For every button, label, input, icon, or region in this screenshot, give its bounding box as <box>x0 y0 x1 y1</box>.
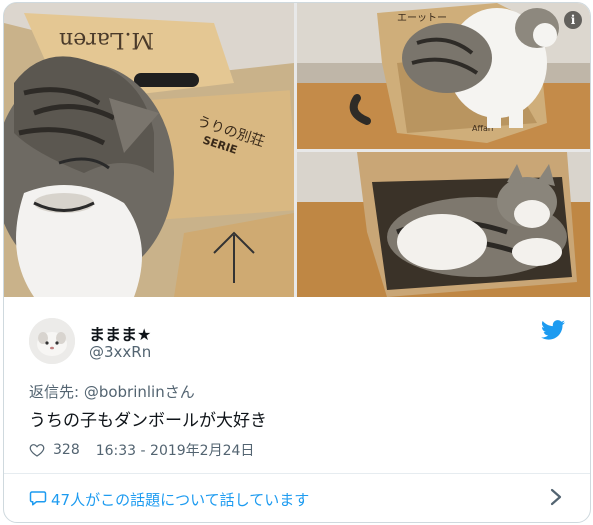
chevron-right-icon[interactable] <box>550 488 562 506</box>
photo-cat-standing-in-box[interactable]: エーットー Affari i <box>297 3 590 149</box>
conversation-text[interactable]: 47人がこの話題について話しています <box>51 489 309 510</box>
heart-icon[interactable] <box>29 442 45 458</box>
chat-bubble-icon <box>29 491 47 506</box>
photo-cat-in-box-closeup[interactable]: M.Laren うりの別荘 SERIE <box>4 3 294 297</box>
box-text-top: エーットー <box>397 13 447 24</box>
reply-to-prefix: 返信先: <box>29 383 84 401</box>
display-name[interactable]: ままま★ <box>89 321 151 345</box>
tweet-timestamp[interactable]: 16:33 - 2019年2月24日 <box>96 440 255 460</box>
user-handle[interactable]: @3xxRn <box>89 343 151 361</box>
photo-cat-lying-in-box[interactable] <box>297 152 590 297</box>
avatar[interactable] <box>29 318 75 364</box>
twitter-bird-icon[interactable] <box>541 320 565 340</box>
tweet-header: ままま★ @3xxRn <box>29 318 569 368</box>
box-text-mclaren: M.Laren <box>59 27 154 52</box>
reply-to-user-link[interactable]: @bobrinlinさん <box>84 383 195 401</box>
conversation-link[interactable]: 47人がこの話題について話しています <box>4 474 590 522</box>
reply-to-line: 返信先: @bobrinlinさん <box>29 381 195 402</box>
info-icon[interactable]: i <box>564 11 582 29</box>
tweet-card: M.Laren うりの別荘 SERIE エーットー Affari i ままま★ … <box>3 2 591 523</box>
photo-cat-lying-image <box>297 152 590 297</box>
like-count[interactable]: 328 <box>53 442 80 458</box>
media-grid[interactable]: M.Laren うりの別荘 SERIE エーットー Affari i <box>4 3 590 297</box>
tweet-meta: 328 16:33 - 2019年2月24日 <box>29 440 254 460</box>
avatar-image <box>29 318 75 364</box>
photo-cat-closeup-image: M.Laren うりの別荘 SERIE <box>4 3 294 297</box>
tweet-text: うちの子もダンボールが大好き <box>29 411 267 431</box>
photo-cat-standing-image: エーットー Affari <box>297 3 590 149</box>
